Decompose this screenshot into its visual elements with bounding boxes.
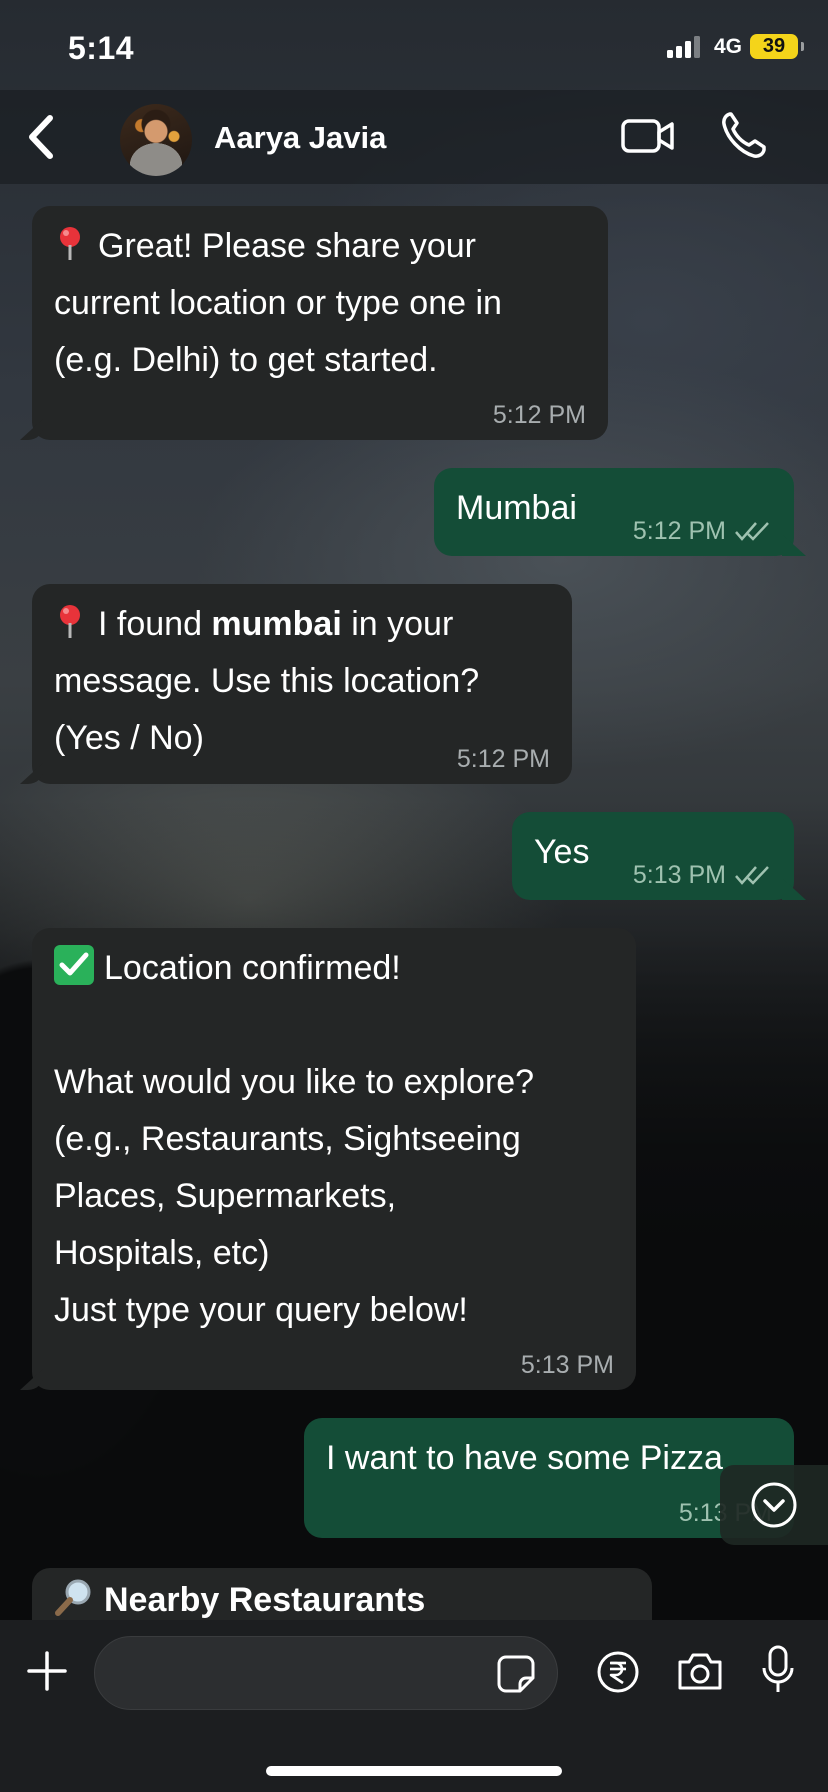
- attach-button[interactable]: [26, 1650, 68, 1692]
- message-text: Great! Please share your current locatio…: [54, 227, 502, 379]
- message-bubble-outgoing[interactable]: Yes 5:13 PM: [512, 812, 794, 900]
- plus-icon: [27, 1651, 67, 1691]
- status-time: 5:14: [68, 30, 135, 66]
- chat-header: Aarya Javia: [0, 90, 828, 184]
- sticker-button[interactable]: [496, 1654, 536, 1694]
- message-input[interactable]: [94, 1636, 558, 1710]
- microphone-button[interactable]: [760, 1644, 796, 1696]
- round-pushpin-icon: [60, 227, 80, 260]
- payment-button[interactable]: [596, 1650, 640, 1694]
- video-camera-icon: [621, 119, 674, 153]
- round-pushpin-icon: [60, 605, 80, 638]
- home-indicator[interactable]: [266, 1766, 562, 1776]
- message-time: 5:13 PM: [632, 861, 726, 889]
- message-bubble-outgoing[interactable]: Mumbai 5:12 PM: [434, 468, 794, 556]
- message-text-bold: mumbai: [211, 605, 342, 643]
- contact-name[interactable]: Aarya Javia: [214, 120, 386, 156]
- message-bubble-incoming[interactable]: I found mumbai in your message. Use this…: [32, 584, 572, 784]
- camera-button[interactable]: [676, 1650, 724, 1692]
- message-text: Nearby Restaurants: [104, 1581, 426, 1619]
- battery-level: 39: [762, 35, 786, 57]
- sticker-icon: [497, 1655, 535, 1693]
- battery-icon: 39: [750, 34, 804, 59]
- message-bubble-incoming[interactable]: Great! Please share your current locatio…: [32, 206, 608, 440]
- message-text-start: I found: [98, 605, 212, 643]
- message-text: I want to have some Pizza: [326, 1439, 723, 1477]
- chat-screen: 5:14 4G 39 Aarya Javia Great! Please sha…: [0, 0, 828, 1792]
- double-check-icon: [735, 866, 769, 885]
- chevron-down-circle-icon: [751, 1482, 797, 1528]
- phone-icon: [722, 112, 766, 158]
- check-mark-button-icon: [54, 945, 94, 985]
- message-bubble-incoming[interactable]: Location confirmed! What would you like …: [32, 928, 636, 1390]
- status-bar: 5:14 4G 39: [0, 0, 828, 90]
- message-time: 5:12 PM: [456, 745, 550, 773]
- chevron-left-icon: [29, 115, 53, 159]
- rupee-icon: [597, 1651, 639, 1693]
- message-time: 5:12 PM: [492, 401, 586, 429]
- input-bar: [0, 1620, 828, 1792]
- network-type: 4G: [713, 34, 742, 58]
- double-check-icon: [735, 522, 769, 541]
- message-meta: 5:12 PM: [633, 516, 772, 546]
- avatar[interactable]: [120, 104, 192, 176]
- status-icons: 4G 39: [666, 34, 804, 59]
- back-button[interactable]: [22, 112, 62, 162]
- camera-icon: [678, 1653, 722, 1690]
- magnifying-glass-icon: [55, 1579, 91, 1616]
- video-call-button[interactable]: [620, 114, 676, 158]
- message-time: 5:13 PM: [520, 1351, 614, 1379]
- message-meta: 5:13 PM: [633, 860, 772, 890]
- message-text: Location confirmed! What would you like …: [54, 949, 535, 1329]
- cellular-signal-icon: [666, 35, 700, 58]
- scroll-to-bottom-button[interactable]: [720, 1465, 828, 1545]
- message-time: 5:12 PM: [632, 517, 726, 545]
- microphone-icon: [762, 1645, 794, 1692]
- voice-call-button[interactable]: [720, 110, 768, 160]
